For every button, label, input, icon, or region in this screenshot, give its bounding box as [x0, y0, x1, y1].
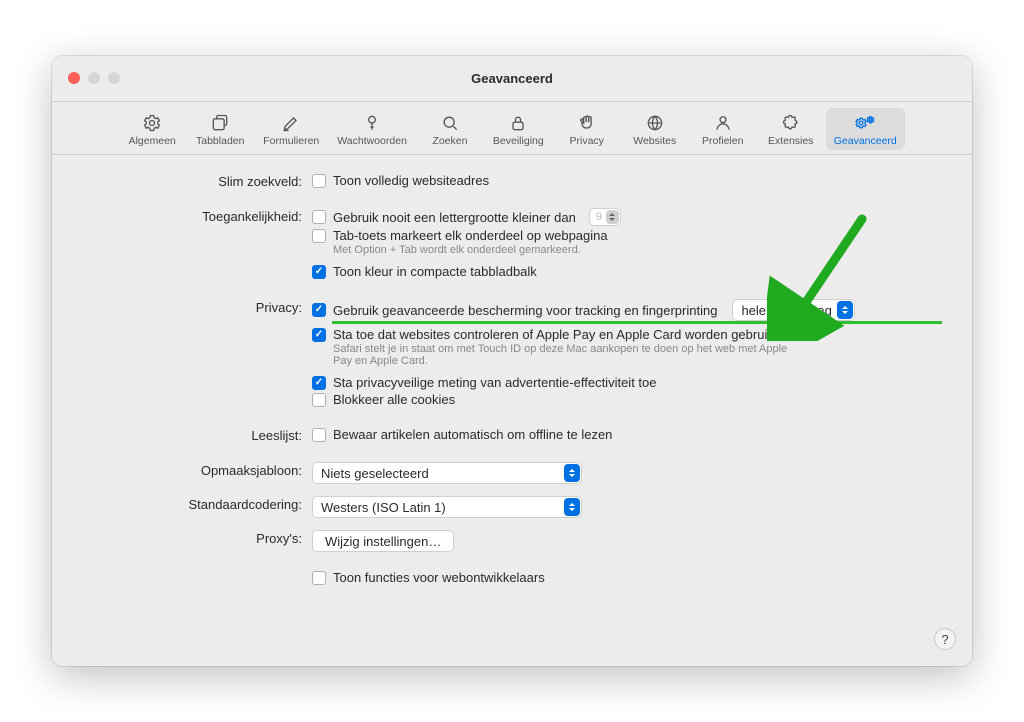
tab-highlights-checkbox[interactable]: [312, 229, 326, 243]
close-button[interactable]: [68, 72, 80, 84]
toolbar-label: Websites: [633, 135, 676, 147]
help-button[interactable]: ?: [934, 628, 956, 650]
toolbar-label: Wachtwoorden: [337, 135, 407, 147]
globe-icon: [645, 112, 665, 134]
tabs-icon: [210, 112, 230, 134]
toolbar-label: Profielen: [702, 135, 743, 147]
search-icon: [440, 112, 460, 134]
lock-icon: [508, 112, 528, 134]
toolbar-extensions[interactable]: Extensies: [758, 108, 824, 150]
tab-highlights-help: Met Option + Tab wordt elk onderdeel gem…: [333, 244, 793, 256]
person-icon: [713, 112, 733, 134]
help-label: ?: [941, 632, 948, 647]
allow-applepay-label: Sta toe dat websites controleren of Appl…: [333, 327, 777, 342]
preferences-content: Slim zoekveld: Toon volledig websiteadre…: [52, 155, 972, 613]
stepper-icon: [564, 498, 580, 516]
toolbar-label: Algemeen: [129, 135, 176, 147]
toolbar-label: Geavanceerd: [834, 135, 897, 147]
dev-menu-checkbox[interactable]: [312, 571, 326, 585]
block-cookies-checkbox[interactable]: [312, 393, 326, 407]
encoding-value: Westers (ISO Latin 1): [321, 500, 446, 515]
traffic-lights: [68, 72, 120, 84]
font-size-value: 9: [596, 211, 602, 223]
ad-measure-checkbox[interactable]: [312, 376, 326, 390]
preferences-window: Geavanceerd Algemeen Tabbladen Formulier…: [52, 56, 972, 666]
applepay-help: Safari stelt je in staat om met Touch ID…: [333, 343, 793, 367]
change-proxy-label: Wijzig instellingen…: [325, 534, 441, 549]
toolbar-label: Zoeken: [432, 135, 467, 147]
show-tab-color-checkbox[interactable]: [312, 265, 326, 279]
toolbar-profiles[interactable]: Profielen: [690, 108, 756, 150]
stepper-icon: [564, 464, 580, 482]
hand-icon: [577, 112, 597, 134]
stylesheet-select[interactable]: Niets geselecteerd: [312, 462, 582, 484]
zoom-button[interactable]: [108, 72, 120, 84]
save-offline-checkbox[interactable]: [312, 428, 326, 442]
block-cookies-label: Blokkeer alle cookies: [333, 392, 455, 407]
dev-menu-label: Toon functies voor webontwikkelaars: [333, 570, 545, 585]
toolbar-tabs[interactable]: Tabbladen: [187, 108, 253, 150]
ad-measure-label: Sta privacyveilige meting van advertenti…: [333, 375, 656, 390]
tab-highlights-label: Tab-toets markeert elk onderdeel op webp…: [333, 228, 608, 243]
toolbar-autofill[interactable]: Formulieren: [255, 108, 327, 150]
toolbar-privacy[interactable]: Privacy: [554, 108, 620, 150]
toolbar-search[interactable]: Zoeken: [417, 108, 483, 150]
stepper-icon: [837, 301, 853, 319]
toolbar-security[interactable]: Beveiliging: [485, 108, 552, 150]
never-smaller-checkbox[interactable]: [312, 210, 326, 224]
pencil-icon: [281, 112, 301, 134]
toolbar-websites[interactable]: Websites: [622, 108, 688, 150]
toolbar-label: Formulieren: [263, 135, 319, 147]
label-stylesheet: Opmaaksjabloon:: [82, 462, 312, 478]
window-title: Geavanceerd: [471, 71, 553, 86]
tracking-scope-select[interactable]: hele surfgedrag: [732, 299, 854, 321]
toolbar-general[interactable]: Algemeen: [119, 108, 185, 150]
toolbar-label: Beveiliging: [493, 135, 544, 147]
save-offline-label: Bewaar artikelen automatisch om offline …: [333, 427, 612, 442]
annotation-underline: [332, 321, 942, 324]
stepper-icon: [606, 210, 619, 224]
toolbar-advanced[interactable]: Geavanceerd: [826, 108, 905, 150]
advanced-tracking-label: Gebruik geavanceerde bescherming voor tr…: [333, 303, 717, 318]
preferences-toolbar: Algemeen Tabbladen Formulieren Wachtwoor…: [52, 102, 972, 155]
never-smaller-label: Gebruik nooit een lettergrootte kleiner …: [333, 210, 576, 225]
show-full-address-label: Toon volledig websiteadres: [333, 173, 489, 188]
label-accessibility: Toegankelijkheid:: [82, 208, 312, 224]
gear-icon: [142, 112, 162, 134]
minimize-button[interactable]: [88, 72, 100, 84]
toolbar-label: Extensies: [768, 135, 814, 147]
show-full-address-checkbox[interactable]: [312, 174, 326, 188]
label-smart-search: Slim zoekveld:: [82, 173, 312, 189]
key-icon: [362, 112, 382, 134]
toolbar-label: Privacy: [570, 135, 604, 147]
toolbar-passwords[interactable]: Wachtwoorden: [329, 108, 415, 150]
change-proxy-button[interactable]: Wijzig instellingen…: [312, 530, 454, 552]
label-reading-list: Leeslijst:: [82, 427, 312, 443]
font-size-select[interactable]: 9: [589, 208, 621, 226]
label-encoding: Standaardcodering:: [82, 496, 312, 512]
titlebar: Geavanceerd: [52, 56, 972, 102]
encoding-select[interactable]: Westers (ISO Latin 1): [312, 496, 582, 518]
tracking-scope-value: hele surfgedrag: [741, 303, 831, 318]
stylesheet-value: Niets geselecteerd: [321, 466, 429, 481]
toolbar-label: Tabbladen: [196, 135, 244, 147]
label-privacy: Privacy:: [82, 299, 312, 315]
allow-applepay-checkbox[interactable]: [312, 328, 326, 342]
advanced-tracking-checkbox[interactable]: [312, 303, 326, 317]
show-tab-color-label: Toon kleur in compacte tabbladbalk: [333, 264, 537, 279]
gears-icon: [854, 112, 876, 134]
puzzle-icon: [781, 112, 801, 134]
label-proxies: Proxy's:: [82, 530, 312, 546]
